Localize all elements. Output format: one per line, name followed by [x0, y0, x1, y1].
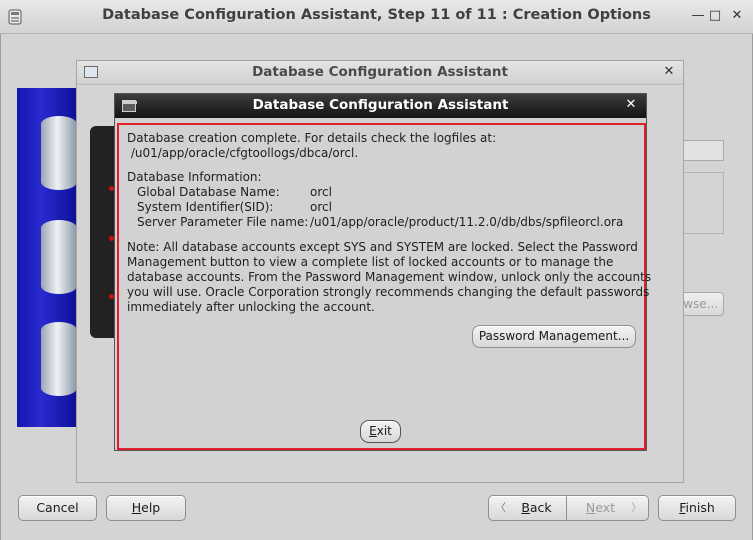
help-button[interactable]: Help: [106, 495, 186, 521]
info-label: Server Parameter File name:: [137, 215, 309, 229]
back-button-label: Back: [521, 500, 552, 515]
logfile-path: /u01/app/oracle/cfgtoollogs/dbca/orcl.: [127, 146, 359, 160]
database-cylinder-icon: [41, 220, 77, 294]
next-button-label: Next: [585, 500, 616, 515]
progress-graphic-strip: [90, 126, 116, 338]
finish-button-label: Finish: [679, 500, 715, 515]
info-label: Global Database Name:: [137, 185, 280, 199]
chevron-left-icon: 〈: [495, 501, 506, 514]
note-line: you will use. Oracle Corporation strongl…: [127, 285, 650, 299]
main-window-title: Database Configuration Assistant, Step 1…: [102, 7, 651, 23]
cancel-button[interactable]: Cancel: [18, 495, 97, 521]
close-icon[interactable]: ✕: [661, 64, 677, 79]
exit-button[interactable]: Exit: [360, 420, 401, 443]
info-label: System Identifier(SID):: [137, 200, 274, 214]
completion-dialog-title: Database Configuration Assistant: [252, 97, 509, 113]
chevron-right-icon: 〉: [631, 501, 642, 514]
database-info-heading: Database Information:: [127, 170, 262, 184]
completion-dialog: Database Configuration Assistant ✕ Datab…: [114, 93, 651, 451]
background-dialog-title: Database Configuration Assistant: [252, 64, 508, 80]
completion-content-frame: Database creation complete. For details …: [117, 123, 651, 450]
close-icon[interactable]: ✕: [729, 8, 745, 24]
maximize-icon[interactable]: □: [707, 8, 723, 24]
info-value: /u01/app/oracle/product/11.2.0/db/dbs/sp…: [310, 215, 624, 229]
note-line: Note: All database accounts except SYS a…: [127, 240, 638, 254]
help-button-label: Help: [131, 500, 161, 515]
password-management-button[interactable]: Password Management...: [472, 325, 636, 348]
note-line: database accounts. From the Password Man…: [127, 270, 652, 284]
minimize-icon[interactable]: —: [690, 8, 706, 24]
completion-message: Database creation complete. For details …: [127, 131, 497, 145]
info-value: orcl: [310, 185, 332, 199]
info-value: orcl: [310, 200, 332, 214]
note-line: immediately after unlocking the account.: [127, 300, 375, 314]
next-button[interactable]: Next 〉: [567, 495, 649, 521]
database-cylinder-icon: [41, 322, 77, 396]
note-line: Management button to view a complete lis…: [127, 255, 614, 269]
wizard-database-image: [17, 88, 77, 427]
close-icon[interactable]: ✕: [623, 97, 639, 112]
back-button[interactable]: 〈 Back: [488, 495, 567, 521]
database-cylinder-icon: [41, 116, 77, 190]
finish-button[interactable]: Finish: [658, 495, 736, 521]
